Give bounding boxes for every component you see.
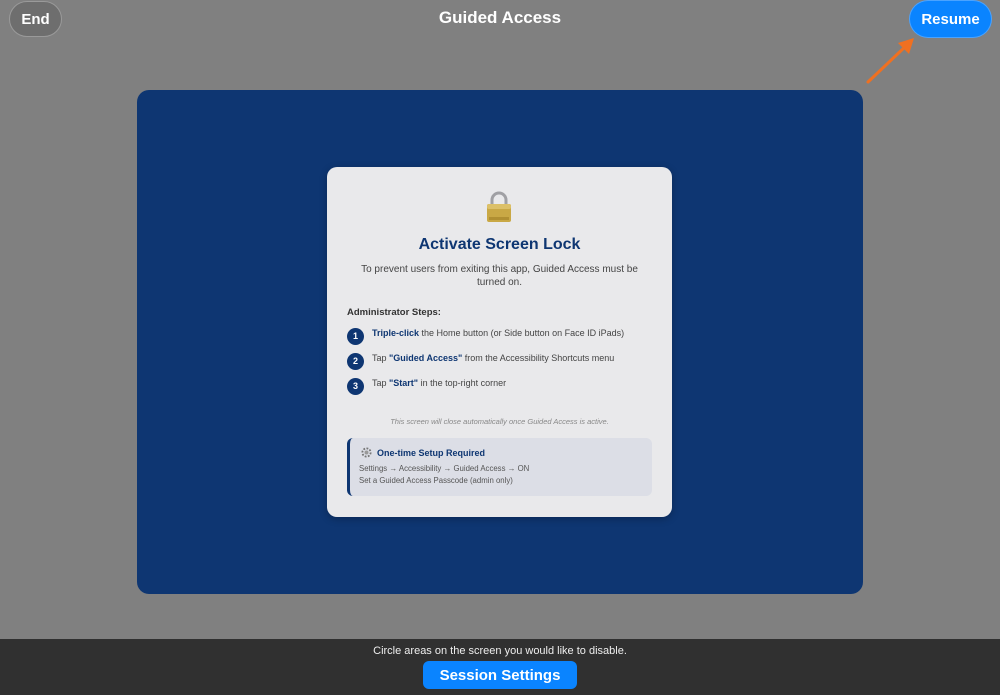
card-title: Activate Screen Lock bbox=[418, 236, 581, 253]
app-content-area: Activate Screen Lock To prevent users fr… bbox=[137, 90, 863, 594]
setup-passcode-note: Set a Guided Access Passcode (admin only… bbox=[359, 476, 513, 485]
setup-title: One-time Setup Required bbox=[377, 448, 486, 458]
step-number: 3 bbox=[347, 377, 364, 395]
step-text: Tap "Guided Access" from the Accessibili… bbox=[372, 353, 615, 363]
annotation-arrow-icon bbox=[866, 38, 914, 84]
session-settings-button[interactable]: Session Settings bbox=[423, 661, 577, 689]
activate-screen-lock-card: Activate Screen Lock To prevent users fr… bbox=[327, 167, 672, 517]
card-description: To prevent users from exiting this app, … bbox=[361, 264, 638, 288]
step-text: Tap "Start" in the top-right corner bbox=[372, 378, 507, 388]
auto-close-note: This screen will close automatically onc… bbox=[390, 417, 609, 426]
step-item: 1 Triple-click the Home button (or Side … bbox=[347, 327, 624, 345]
gear-icon bbox=[361, 447, 372, 458]
lock-icon bbox=[487, 191, 511, 222]
setup-instructions: Settings → Accessibility → Guided Access… bbox=[359, 464, 530, 473]
disable-areas-hint: Circle areas on the screen you would lik… bbox=[373, 645, 627, 657]
setup-info-box: One-time Setup Required Settings → Acces… bbox=[347, 438, 652, 496]
guided-access-bottom-bar: Circle areas on the screen you would lik… bbox=[0, 639, 1000, 695]
step-number: 1 bbox=[347, 327, 364, 345]
step-text: Triple-click the Home button (or Side bu… bbox=[372, 328, 625, 338]
page-title: Guided Access bbox=[438, 8, 562, 27]
step-item: 2 Tap "Guided Access" from the Accessibi… bbox=[347, 352, 614, 370]
step-number: 2 bbox=[347, 352, 364, 370]
guided-access-top-bar: End Guided Access Resume bbox=[0, 0, 1000, 40]
step-item: 3 Tap "Start" in the top-right corner bbox=[347, 377, 506, 395]
resume-button[interactable]: Resume bbox=[910, 1, 991, 37]
steps-heading: Administrator Steps: bbox=[347, 307, 441, 318]
